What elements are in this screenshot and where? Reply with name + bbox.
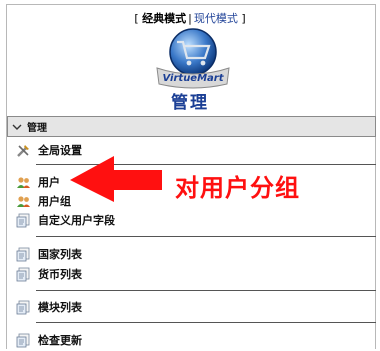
section-header-label: 管理 <box>27 123 47 134</box>
mode-switch: [ 经典模式 | 现代模式 ] <box>0 10 380 26</box>
menu-item-currency-list[interactable]: 货币列表 <box>16 265 82 283</box>
mode-separator: | <box>188 12 192 25</box>
logo-text: VirtueMart <box>162 73 224 84</box>
section-header-admin[interactable]: 管理 <box>7 116 376 137</box>
users-icon <box>17 176 30 188</box>
menu-divider <box>36 236 376 237</box>
menu-item-label: 国家列表 <box>38 248 82 261</box>
chevron-down-icon <box>12 124 22 130</box>
menu-item-country-list[interactable]: 国家列表 <box>16 245 82 263</box>
modern-mode-link[interactable]: 现代模式 <box>194 12 238 25</box>
red-arrow-icon <box>70 156 162 202</box>
close-bracket: ] <box>241 12 246 25</box>
menu-divider <box>36 322 376 323</box>
menu-item-check-updates[interactable]: 检查更新 <box>16 331 82 349</box>
menu-item-label: 用户 <box>38 176 60 189</box>
menu-item-label: 模块列表 <box>38 301 82 314</box>
menu-item-label: 用户组 <box>38 195 71 208</box>
list-icon <box>16 300 30 314</box>
list-icon <box>16 213 30 227</box>
menu-item-label: 货币列表 <box>38 268 82 281</box>
list-icon <box>16 267 30 281</box>
menu-item-user-groups[interactable]: 用户组 <box>16 192 71 210</box>
annotation-text: 对用户分组 <box>175 174 300 202</box>
menu-item-label: 自定义用户字段 <box>38 214 115 227</box>
menu-item-module-list[interactable]: 模块列表 <box>16 298 82 316</box>
menu-item-custom-user-fields[interactable]: 自定义用户字段 <box>16 211 115 229</box>
classic-mode-label: 经典模式 <box>142 12 187 25</box>
menu-item-users[interactable]: 用户 <box>16 173 60 191</box>
list-icon <box>16 247 30 261</box>
virtuemart-logo: VirtueMart <box>156 28 230 89</box>
users-icon <box>17 195 30 207</box>
menu-divider <box>36 290 376 291</box>
open-bracket: [ <box>134 12 139 25</box>
menu-item-label: 检查更新 <box>38 334 82 347</box>
list-icon <box>16 333 30 347</box>
tools-icon <box>17 144 29 157</box>
page-title: 管理 <box>171 93 209 113</box>
